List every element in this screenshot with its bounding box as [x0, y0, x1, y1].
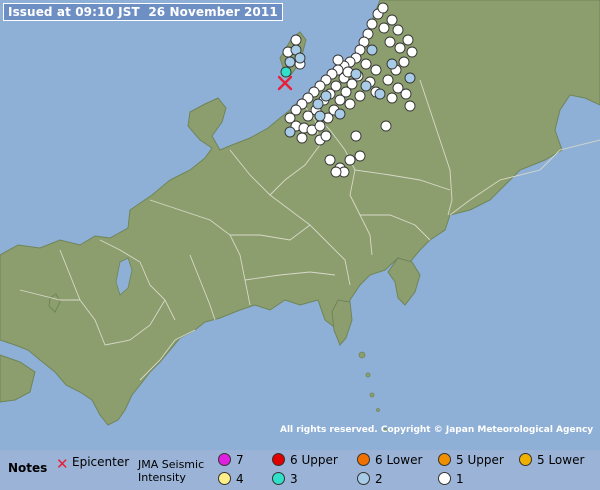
intensity-4-icon — [218, 472, 231, 485]
intensity-7-icon — [218, 453, 231, 466]
notes-label: Notes — [8, 461, 48, 475]
issued-timestamp: Issued at 09:10 JST 26 November 2011 — [3, 3, 283, 21]
legend-item-5-upper: 5 Upper — [438, 453, 504, 467]
legend-item-6-upper: 6 Upper — [272, 453, 338, 467]
epicenter-icon: ✕ — [56, 455, 69, 473]
legend: Notes ✕ Epicenter JMA Seismic Intensity … — [0, 450, 600, 490]
copyright-notice: All rights reserved. Copyright © Japan M… — [280, 425, 594, 435]
legend-item-4: 4 — [218, 472, 244, 486]
legend-item-5-lower: 5 Lower — [519, 453, 584, 467]
intensity-5-upper-icon — [438, 453, 451, 466]
intensity-3-icon — [272, 472, 285, 485]
intensity-map: Issued at 09:10 JST 26 November 2011 All… — [0, 0, 600, 450]
epicenter-label: Epicenter — [72, 455, 130, 469]
intensity-1-icon — [438, 472, 451, 485]
scale-title-line2: Intensity — [138, 471, 186, 484]
map-canvas — [0, 0, 600, 432]
izu-islands — [358, 351, 387, 432]
intensity-2-icon — [357, 472, 370, 485]
legend-item-6-lower: 6 Lower — [357, 453, 422, 467]
scale-title-line1: JMA Seismic — [138, 458, 205, 471]
intensity-3-stations — [280, 66, 292, 78]
intensity-6-upper-icon — [272, 453, 285, 466]
legend-item-3: 3 — [272, 472, 298, 486]
land-izu — [331, 299, 353, 346]
epicenter-marker — [277, 75, 293, 91]
land-shikoku — [0, 354, 36, 403]
intensity-5-lower-icon — [519, 453, 532, 466]
legend-item-7: 7 — [218, 453, 244, 467]
intensity-6-lower-icon — [357, 453, 370, 466]
legend-item-1: 1 — [438, 472, 464, 486]
land-boso — [387, 257, 421, 306]
legend-item-2: 2 — [357, 472, 383, 486]
